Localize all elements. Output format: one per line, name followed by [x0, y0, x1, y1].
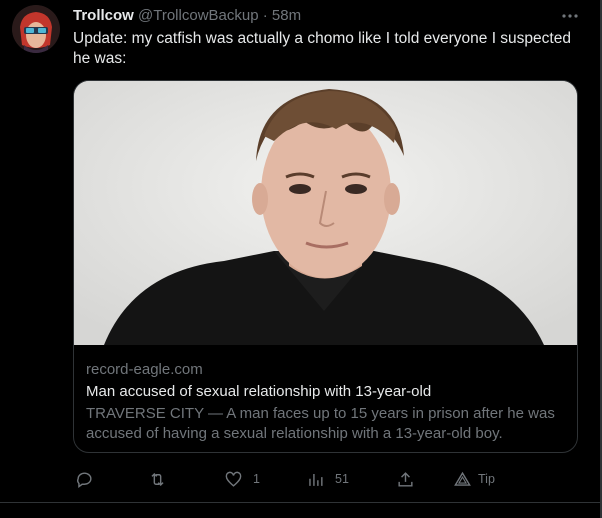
- card-description: TRAVERSE CITY — A man faces up to 15 yea…: [86, 405, 555, 442]
- timestamp[interactable]: 58m: [272, 7, 301, 24]
- views-button[interactable]: 51: [306, 465, 349, 493]
- views-icon: [309, 473, 323, 486]
- card-domain: record-eagle.com: [86, 361, 203, 378]
- tip-button[interactable]: Tip: [453, 465, 495, 493]
- heart-icon: [225, 471, 242, 487]
- views-count: 51: [335, 472, 349, 486]
- card-headline[interactable]: Man accused of sexual relationship with …: [86, 382, 566, 402]
- tweet-header: Trollcow @TrollcowBackup · 58m: [73, 7, 301, 24]
- retweet-icon: [151, 472, 164, 486]
- action-bar: 1 51 Tip: [73, 465, 513, 493]
- share-button[interactable]: [396, 465, 415, 493]
- tweet[interactable]: Trollcow @TrollcowBackup · 58m Update: m…: [0, 0, 602, 518]
- reply-icon: [77, 471, 92, 488]
- user-handle[interactable]: @TrollcowBackup: [138, 7, 259, 24]
- retweet-button[interactable]: [148, 465, 177, 493]
- avatar-image: [12, 5, 60, 53]
- separator-dot: ·: [262, 7, 268, 24]
- tip-icon: [454, 471, 471, 486]
- avatar[interactable]: [12, 5, 60, 53]
- share-icon: [398, 471, 413, 487]
- like-button[interactable]: 1: [224, 465, 260, 493]
- tip-label: Tip: [478, 472, 495, 486]
- display-name[interactable]: Trollcow: [73, 7, 134, 24]
- link-card[interactable]: record-eagle.com Man accused of sexual r…: [73, 80, 578, 453]
- tweet-divider: [0, 502, 602, 503]
- reply-button[interactable]: [75, 465, 104, 493]
- more-dots-icon[interactable]: [560, 4, 580, 24]
- card-image: [74, 81, 577, 345]
- tweet-text: Update: my catfish was actually a chomo …: [73, 30, 571, 67]
- card-meta: record-eagle.com Man accused of sexual r…: [86, 360, 566, 444]
- like-count: 1: [253, 472, 260, 486]
